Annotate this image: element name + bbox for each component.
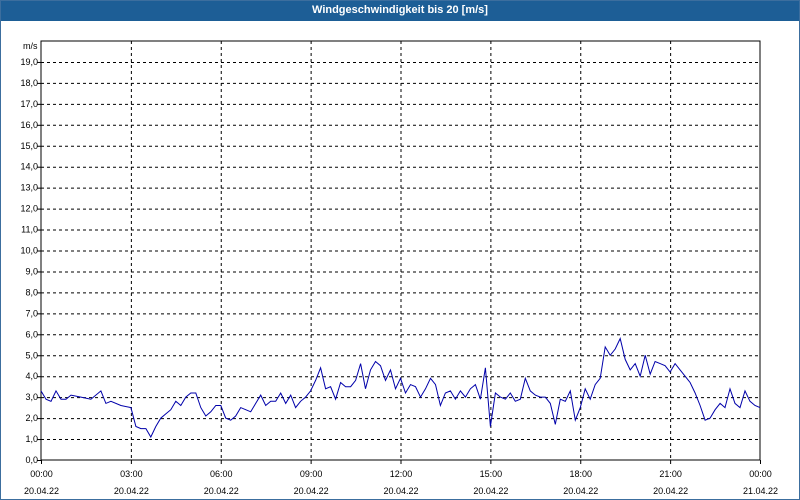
x-tick-time: 12:00 [390,469,413,479]
y-tick-label: 6,0 [25,329,38,339]
y-tick-label: 15,0 [20,141,38,151]
y-tick-label: 12,0 [20,204,38,214]
x-tick-time: 09:00 [300,469,323,479]
y-tick-label: 11,0 [21,225,38,235]
wind-speed-chart: 0,0 1,0 2,0 3,0 4,0 5,0 6,0 7,0 8,0 9,0 10,0 11,0 12… [20,40,778,496]
y-tick-label: 2,0 [25,413,38,423]
y-tick-label: 8,0 [25,287,38,297]
x-tick-time: 03:00 [120,469,143,479]
y-tick-label: 3,0 [25,392,38,402]
x-axis: 00:00 20.04.22 03:00 20.04.22 06:00 20.04.22 0… [24,460,778,496]
x-tick-date: 20.04.22 [204,486,239,496]
y-tick-label: 17,0 [20,99,38,109]
grid-lines [40,40,761,461]
y-tick-label: 13,0 [20,183,38,193]
y-tick-label: 18,0 [20,78,38,88]
y-tick-label: 16,0 [20,120,38,130]
y-tick-label: 0,0 [25,455,38,465]
x-tick-time: 15:00 [480,469,503,479]
x-tick-time: 21:00 [659,469,682,479]
x-tick-date: 20.04.22 [383,486,418,496]
y-tick-label: 7,0 [25,308,38,318]
y-tick-label: 9,0 [25,266,38,276]
x-tick-date: 20.04.22 [563,486,598,496]
x-tick-date: 20.04.22 [24,486,59,496]
x-tick-time: 00:00 [30,469,53,479]
x-tick-time: 00:00 [749,469,772,479]
y-tick-label: 4,0 [25,371,38,381]
y-axis-label: m/s [23,41,38,51]
x-tick-date: 20.04.22 [653,486,688,496]
x-tick-time: 06:00 [210,469,233,479]
x-tick-date: 21.04.22 [743,486,778,496]
x-tick-date: 20.04.22 [473,486,508,496]
y-axis: 0,0 1,0 2,0 3,0 4,0 5,0 6,0 7,0 8,0 9,0 10,0 11,0 12… [20,57,41,465]
x-tick-date: 20.04.22 [294,486,329,496]
y-tick-label: 10,0 [20,246,38,256]
x-tick-date: 20.04.22 [114,486,149,496]
x-tick-time: 18:00 [569,469,592,479]
y-tick-label: 14,0 [20,162,38,172]
chart-window: Windgeschwindigkeit bis 20 [m/s] 0,0 1,0 2… [0,0,800,500]
y-tick-label: 1,0 [25,434,38,444]
y-tick-label: 19,0 [20,57,38,67]
y-tick-label: 5,0 [25,350,38,360]
